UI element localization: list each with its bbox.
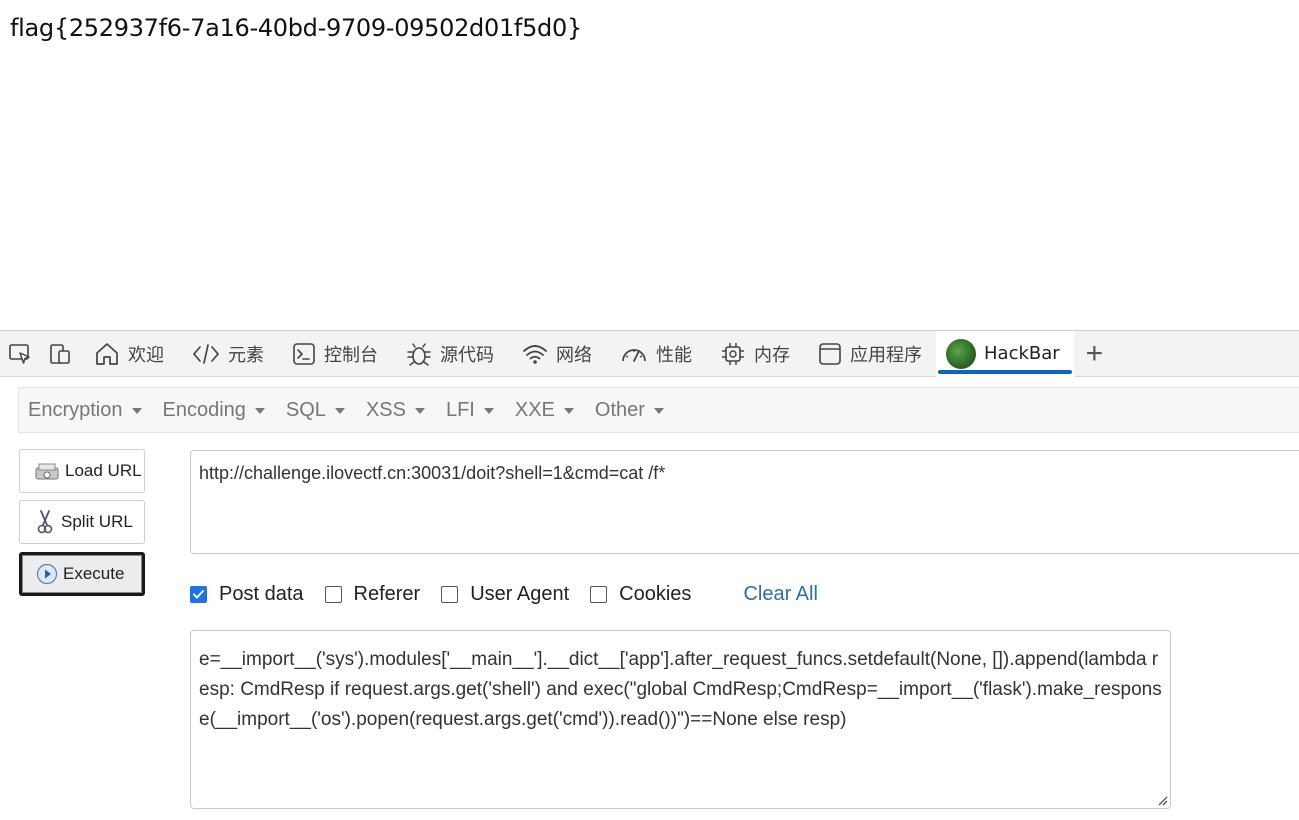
console-icon <box>293 342 315 365</box>
tab-elements[interactable]: 元素 <box>178 331 278 377</box>
execute-button[interactable]: Execute <box>19 552 145 596</box>
caret-down-icon <box>414 408 425 414</box>
cookies-checkbox[interactable] <box>590 585 608 603</box>
bug-icon <box>407 342 431 366</box>
hackbar-menubar: Encryption Encoding SQL XSS LFI XXE Othe… <box>18 387 1299 433</box>
tab-performance[interactable]: 性能 <box>606 331 706 377</box>
tab-label: HackBar <box>984 343 1060 364</box>
play-icon <box>36 563 58 585</box>
device-emulation-button[interactable] <box>40 331 80 377</box>
menu-lfi[interactable]: LFI <box>437 399 506 422</box>
code-icon <box>192 343 220 364</box>
tab-network[interactable]: 网络 <box>508 331 606 377</box>
inspect-element-button[interactable] <box>0 331 40 377</box>
caret-down-icon <box>563 408 574 414</box>
tab-console[interactable]: 控制台 <box>278 331 392 377</box>
tab-welcome[interactable]: 欢迎 <box>80 331 178 377</box>
caret-down-icon <box>653 408 664 414</box>
add-tab-button[interactable]: + <box>1074 331 1116 377</box>
hackbar-logo-icon <box>946 338 976 369</box>
post-data-textarea[interactable]: e=__import__('sys').modules['__main__'].… <box>190 630 1171 809</box>
tab-application[interactable]: 应用程序 <box>804 331 936 377</box>
menu-other[interactable]: Other <box>586 399 676 422</box>
post-data-checkbox[interactable] <box>190 585 207 603</box>
tab-label: 控制台 <box>324 344 378 366</box>
referer-checkbox[interactable] <box>324 585 342 603</box>
checkmark-icon <box>193 589 204 598</box>
devtools-tabbar: 欢迎 元素 控制台 源代码 网络 性能 内存 应用程序 HackBar + <box>0 330 1299 377</box>
load-url-button[interactable]: Load URL <box>19 449 145 493</box>
menu-xss[interactable]: XSS <box>357 399 437 422</box>
home-icon <box>96 342 118 365</box>
tab-label: 网络 <box>556 344 592 366</box>
referer-option[interactable]: Referer <box>324 583 420 606</box>
inspect-icon <box>9 343 30 364</box>
cookies-option[interactable]: Cookies <box>590 583 691 606</box>
clear-all-link[interactable]: Clear All <box>743 583 817 606</box>
page-content: flag{252937f6-7a16-40bd-9709-09502d01f5d… <box>0 0 1299 330</box>
flag-text: flag{252937f6-7a16-40bd-9709-09502d01f5d… <box>10 14 582 42</box>
resize-grip-icon[interactable] <box>1156 794 1168 806</box>
tab-label: 性能 <box>656 344 692 366</box>
post-data-text: e=__import__('sys').modules['__main__'].… <box>199 649 1162 730</box>
tab-memory[interactable]: 内存 <box>706 331 804 377</box>
tab-sources[interactable]: 源代码 <box>392 331 508 377</box>
caret-down-icon <box>483 408 494 414</box>
tab-hackbar[interactable]: HackBar <box>936 330 1074 377</box>
device-icon <box>50 343 70 364</box>
post-data-option[interactable]: Post data <box>190 583 304 606</box>
menu-sql[interactable]: SQL <box>277 399 357 422</box>
user-agent-checkbox[interactable] <box>441 585 459 603</box>
split-url-button[interactable]: Split URL <box>19 500 145 544</box>
gauge-icon <box>622 348 646 362</box>
tab-label: 元素 <box>228 344 264 366</box>
caret-down-icon <box>131 408 142 414</box>
menu-encryption[interactable]: Encryption <box>19 399 154 422</box>
tab-label: 源代码 <box>440 344 494 366</box>
tab-label: 欢迎 <box>128 344 164 366</box>
load-url-icon <box>35 463 59 480</box>
window-icon <box>819 342 841 365</box>
devtools-panel: 欢迎 元素 控制台 源代码 网络 性能 内存 应用程序 HackBar + En… <box>0 330 1299 820</box>
url-input[interactable]: http://challenge.ilovectf.cn:30031/doit?… <box>190 450 1299 554</box>
caret-down-icon <box>254 408 265 414</box>
caret-down-icon <box>334 408 345 414</box>
wifi-icon <box>523 344 547 364</box>
user-agent-option[interactable]: User Agent <box>441 583 569 606</box>
chip-icon <box>722 342 744 365</box>
scissors-icon <box>37 510 53 534</box>
menu-xxe[interactable]: XXE <box>506 399 586 422</box>
request-options: Post data Referer User Agent Cookies Cle… <box>190 579 818 609</box>
tab-label: 应用程序 <box>850 344 922 366</box>
menu-encoding[interactable]: Encoding <box>154 399 277 422</box>
tab-label: 内存 <box>754 344 790 366</box>
